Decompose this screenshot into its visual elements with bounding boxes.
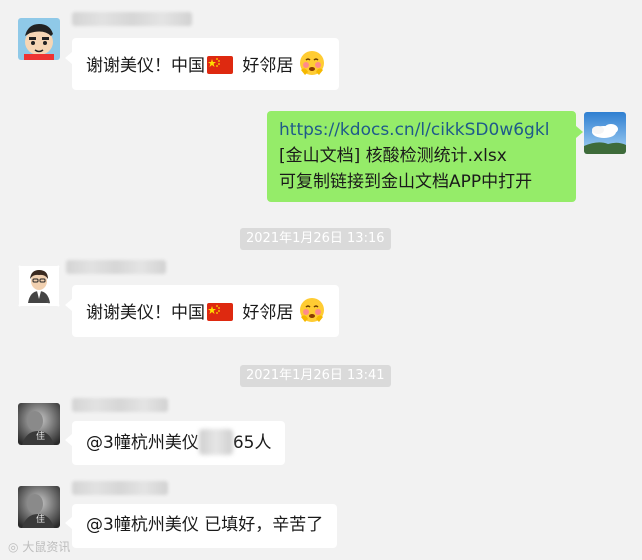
link-message-bubble[interactable]: https://kdocs.cn/l/cikkSD0w6gkl [金山文档] 核… <box>267 111 576 202</box>
watermark-text: 大鼠资讯 <box>22 540 71 554</box>
sender-name-redacted <box>72 481 168 495</box>
blushing-face-emoji-icon <box>299 297 325 331</box>
sender-name-redacted <box>72 12 192 26</box>
message-text: 好邻居 <box>242 303 294 323</box>
document-title: [金山文档] 核酸检测统计.xlsx <box>279 146 507 166</box>
bubble-tail <box>65 517 72 529</box>
china-flag-icon <box>207 56 233 82</box>
watermark: ◎ 大鼠资讯 <box>8 538 70 555</box>
avatar-cartoon-man[interactable]: ✎ <box>18 265 60 307</box>
message-text: @3幢杭州美仪 <box>86 433 199 453</box>
document-link[interactable]: https://kdocs.cn/l/cikkSD0w6gkl <box>279 117 564 143</box>
message-bubble[interactable]: 谢谢美仪！中国 好邻居 <box>72 285 340 337</box>
svg-text:佳: 佳 <box>36 513 45 525</box>
sender-name-redacted <box>72 398 168 412</box>
message-text: @3幢杭州美仪 已填好，辛苦了 <box>86 515 324 535</box>
message-bubble[interactable]: @3幢杭州美仪 65人 <box>72 421 286 465</box>
open-hint-text: 可复制链接到金山文档APP中打开 <box>279 172 533 192</box>
avatar-sky[interactable] <box>584 112 626 154</box>
bubble-tail <box>65 52 72 64</box>
message-text: 65人 <box>232 433 272 453</box>
bubble-tail <box>65 434 72 446</box>
avatar-cartoon-boy[interactable] <box>18 18 60 60</box>
avatar-dark-photo[interactable]: 佳 <box>18 486 60 528</box>
timestamp: 2021年1月26日 13:16 <box>240 228 391 250</box>
bubble-tail <box>65 299 72 311</box>
svg-text:佳: 佳 <box>36 430 45 442</box>
bubble-tail <box>576 126 583 138</box>
watermark-logo-icon: ◎ <box>8 540 19 554</box>
message-text: 谢谢美仪！中国 <box>86 303 205 323</box>
message-text: 谢谢美仪！中国 <box>86 56 205 76</box>
message-text: 好邻居 <box>242 56 294 76</box>
message-bubble[interactable]: @3幢杭州美仪 已填好，辛苦了 <box>72 504 338 548</box>
message-bubble[interactable]: 谢谢美仪！中国 好邻居 <box>72 38 340 90</box>
sender-name-redacted <box>66 260 166 274</box>
blushing-face-emoji-icon <box>299 50 325 84</box>
china-flag-icon <box>207 303 233 329</box>
redacted-content <box>198 429 233 455</box>
timestamp: 2021年1月26日 13:41 <box>240 365 391 387</box>
avatar-dark-photo[interactable]: 佳 <box>18 403 60 445</box>
svg-text:✎: ✎ <box>46 300 50 306</box>
